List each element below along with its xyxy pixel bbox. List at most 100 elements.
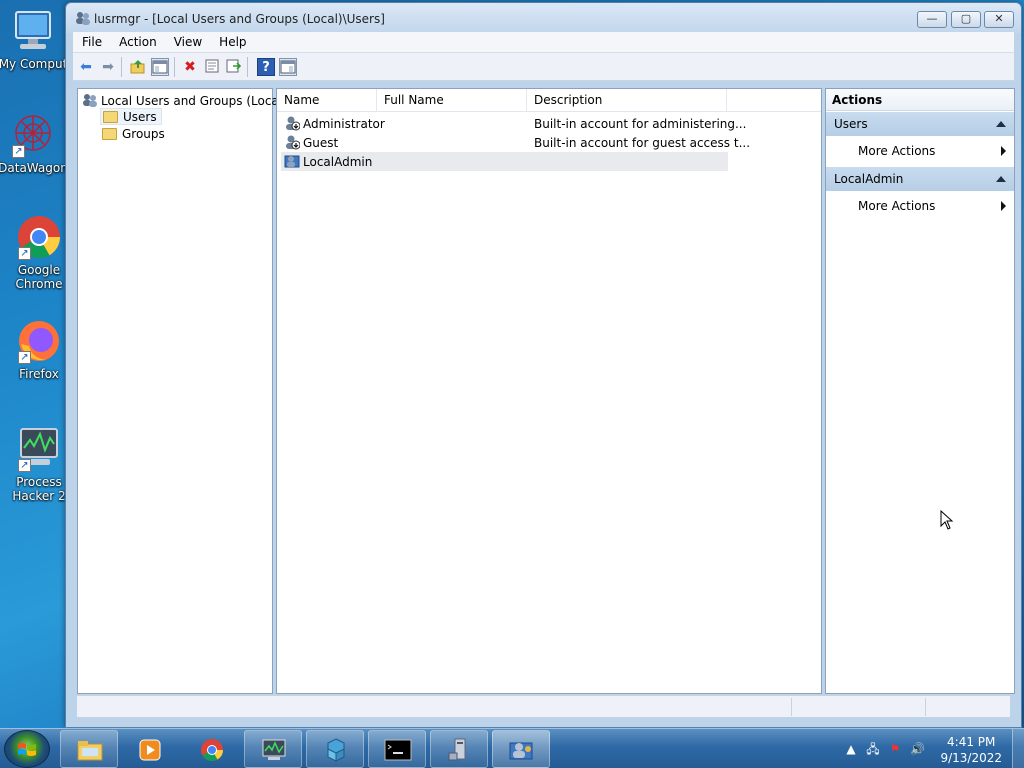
desktop-icon-label: My Comput: [0, 57, 68, 71]
start-button[interactable]: [4, 730, 50, 768]
column-header-name[interactable]: Name: [277, 89, 377, 112]
cell-description: Built-in account for administering...: [534, 117, 747, 131]
desktop-icon-label: Google Chrome: [15, 263, 63, 291]
user-icon: [284, 155, 300, 168]
submenu-arrow-icon: [1001, 201, 1006, 211]
results-list: Name Full Name Description Administrator…: [276, 88, 822, 694]
toolbar-separator: [247, 57, 248, 77]
tree-root-label: Local Users and Groups (Local): [101, 94, 287, 108]
taskbar-explorer[interactable]: [60, 730, 118, 768]
taskbar-lusrmgr[interactable]: [492, 730, 550, 768]
console-tree-icon[interactable]: [151, 58, 169, 76]
show-hidden-icons-icon[interactable]: ▲: [844, 742, 858, 756]
menu-help[interactable]: Help: [210, 32, 254, 49]
submenu-arrow-icon: [1001, 146, 1006, 156]
cmd-icon: [384, 739, 412, 761]
computer-icon: [10, 8, 56, 54]
collapse-caret-icon[interactable]: [996, 121, 1006, 127]
actions-section-title: LocalAdmin: [834, 172, 904, 186]
more-actions-users[interactable]: More Actions: [826, 136, 1014, 166]
window-title: lusrmgr - [Local Users and Groups (Local…: [94, 12, 385, 26]
desktop-icon-label: DataWagon: [0, 161, 68, 175]
desktop-icon-label: Firefox: [19, 367, 59, 381]
taskbar-media-player[interactable]: [120, 730, 178, 768]
firefox-icon: ↗: [16, 318, 62, 364]
table-row[interactable]: Administrator Built-in account for admin…: [281, 114, 746, 133]
shortcut-arrow-icon: ↗: [18, 351, 31, 364]
action-center-icon[interactable]: ⚑: [888, 742, 902, 756]
close-button[interactable]: ✕: [984, 11, 1014, 28]
action-item-label: More Actions: [858, 144, 936, 158]
desktop-icon-label: Process Hacker 2: [12, 475, 66, 503]
export-list-icon[interactable]: [225, 58, 243, 76]
actions-header: Actions: [826, 89, 1014, 111]
desktop-icons: My Comput ↗ DataWagon ↗ Google Chrome ↗ …: [0, 0, 68, 728]
tree-item-users[interactable]: Users: [100, 108, 162, 125]
collapse-caret-icon[interactable]: [996, 176, 1006, 182]
registry-icon: [327, 738, 345, 762]
forward-arrow-icon[interactable]: ➡: [99, 58, 117, 76]
clock-date: 9/13/2022: [940, 751, 1002, 765]
tree-item-label: Users: [123, 110, 157, 124]
menu-action[interactable]: Action: [110, 32, 165, 49]
lusrmgr-icon: [509, 742, 533, 760]
action-item-label: More Actions: [858, 199, 936, 213]
console-tree: Local Users and Groups (Local) Users Gro…: [77, 88, 287, 694]
column-header-full-name[interactable]: Full Name: [377, 89, 527, 112]
system-tray: ▲ 🖧 ⚑ 🔊 4:41 PM 9/13/2022: [834, 729, 1024, 768]
mouse-cursor-icon: [940, 510, 954, 530]
tree-root[interactable]: Local Users and Groups (Local): [82, 93, 287, 109]
taskbar: ▲ 🖧 ⚑ 🔊 4:41 PM 9/13/2022: [0, 728, 1024, 768]
menu-view[interactable]: View: [165, 32, 210, 49]
media-player-icon: [139, 739, 161, 761]
taskbar-chrome[interactable]: [182, 730, 240, 768]
datawagon-icon: ↗: [10, 112, 56, 158]
network-icon[interactable]: 🖧: [866, 742, 880, 756]
volume-icon[interactable]: 🔊: [910, 742, 925, 756]
more-actions-localadmin[interactable]: More Actions: [826, 191, 1014, 221]
users-groups-icon: [83, 94, 97, 107]
action-pane-icon[interactable]: [279, 58, 297, 76]
actions-pane: Actions Users More Actions LocalAdmin Mo…: [825, 88, 1015, 694]
properties-icon[interactable]: [203, 58, 221, 76]
device-manager-icon: [448, 738, 466, 761]
up-folder-icon[interactable]: [129, 58, 147, 76]
toolbar-separator: [174, 57, 175, 77]
windows-logo-icon: [18, 743, 36, 756]
list-header: Name Full Name Description: [277, 89, 821, 112]
cell-description: Built-in account for guest access t...: [534, 136, 751, 150]
back-arrow-icon[interactable]: ⬅: [77, 58, 95, 76]
table-row[interactable]: LocalAdmin: [281, 152, 728, 171]
taskbar-cmd[interactable]: [368, 730, 426, 768]
clock-time: 4:41 PM: [947, 735, 996, 749]
taskbar-device-manager[interactable]: [430, 730, 488, 768]
user-disabled-icon: [286, 135, 300, 150]
desktop-icon-my-computer[interactable]: My Comput: [0, 8, 72, 71]
desktop-icon-datawagon[interactable]: ↗ DataWagon: [0, 112, 72, 175]
actions-section-users[interactable]: Users: [826, 112, 1014, 136]
shortcut-arrow-icon: ↗: [12, 145, 25, 158]
user-disabled-icon: [286, 116, 300, 131]
minimize-button[interactable]: —: [917, 11, 947, 28]
delete-icon[interactable]: ✖: [181, 58, 199, 76]
lusrmgr-app-icon: [75, 11, 91, 25]
taskbar-process-hacker[interactable]: [244, 730, 302, 768]
chrome-icon: ↗: [16, 214, 62, 260]
shortcut-arrow-icon: ↗: [18, 247, 31, 260]
column-header-description[interactable]: Description: [527, 89, 727, 112]
show-desktop-button[interactable]: [1012, 729, 1024, 768]
cell-name: Administrator: [303, 117, 385, 131]
maximize-button[interactable]: ▢: [951, 11, 981, 28]
explorer-icon: [77, 741, 103, 761]
clock[interactable]: 4:41 PM 9/13/2022: [940, 734, 1002, 766]
table-row[interactable]: Guest Built-in account for guest access …: [281, 133, 750, 152]
help-icon[interactable]: ?: [257, 58, 275, 76]
tree-item-groups[interactable]: Groups: [100, 126, 169, 143]
actions-section-localadmin[interactable]: LocalAdmin: [826, 167, 1014, 191]
process-hacker-icon: [262, 739, 286, 760]
menu-file[interactable]: File: [73, 32, 110, 49]
folder-icon: [102, 128, 117, 140]
taskbar-registry[interactable]: [306, 730, 364, 768]
title-bar[interactable]: lusrmgr - [Local Users and Groups (Local…: [66, 3, 1021, 33]
tree-item-label: Groups: [122, 127, 165, 141]
